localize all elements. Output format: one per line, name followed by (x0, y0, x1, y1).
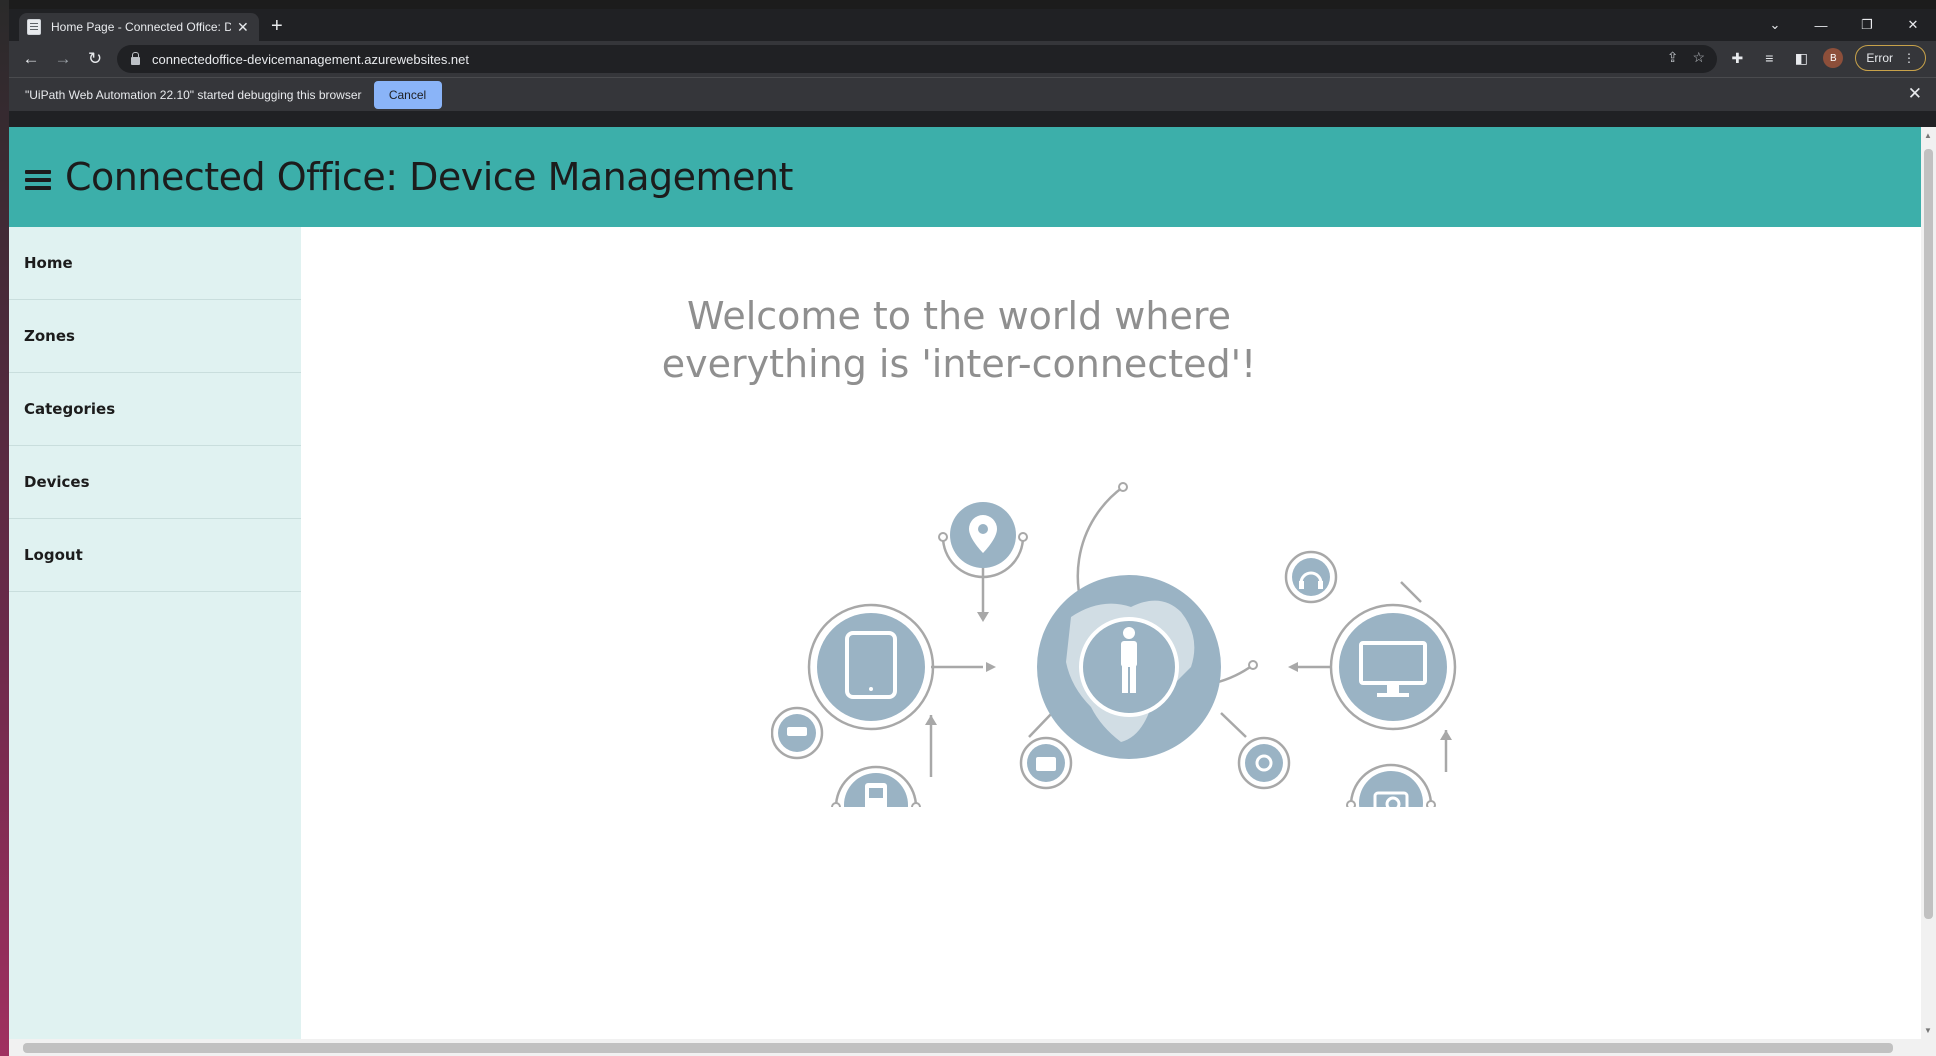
welcome-heading: Welcome to the world where everything is… (301, 292, 1617, 388)
sidebar-item-categories[interactable]: Categories (9, 373, 301, 446)
tab-close-icon[interactable]: ✕ (237, 19, 249, 36)
tablet-icon (817, 613, 925, 721)
new-tab-button[interactable]: + (271, 15, 283, 38)
cancel-debugging-button[interactable]: Cancel (373, 80, 442, 109)
url-text[interactable]: connectedoffice-devicemanagement.azurewe… (152, 52, 469, 67)
app-header: Connected Office: Device Management (9, 127, 1921, 227)
profile-avatar[interactable]: B (1823, 48, 1844, 68)
address-bar[interactable]: connectedoffice-devicemanagement.azurewe… (117, 45, 1717, 73)
tab-strip: Home Page - Connected Office: D ✕ + ⌄ — … (9, 9, 1936, 41)
browser-toolbar: ← → ↻ connectedoffice-devicemanagement.a… (9, 41, 1936, 77)
page-favicon-icon (27, 19, 41, 35)
window-controls: ⌄ — ❐ ✕ (1752, 9, 1936, 41)
back-icon[interactable]: ← (17, 45, 45, 73)
welcome-line-2: everything is 'inter-connected'! (661, 342, 1257, 386)
forward-icon[interactable]: → (49, 45, 77, 73)
scroll-down-icon[interactable]: ▼ (1924, 1026, 1932, 1035)
error-label: Error (1866, 51, 1893, 65)
bookmark-star-icon[interactable]: ☆ (1692, 49, 1705, 66)
sidebar-item-devices[interactable]: Devices (9, 446, 301, 519)
sidebar-item-home[interactable]: Home (9, 227, 301, 300)
debugging-infobar: "UiPath Web Automation 22.10" started de… (9, 77, 1936, 111)
connected-devices-illustration (771, 482, 1457, 807)
extensions-icon[interactable]: ✚ (1727, 50, 1747, 67)
omnibox-actions: ⇪ ☆ (1667, 49, 1705, 66)
browser-window: Home Page - Connected Office: D ✕ + ⌄ — … (9, 9, 1936, 1056)
menu-toggle-icon[interactable] (25, 170, 51, 190)
close-infobar-icon[interactable]: ✕ (1908, 84, 1922, 104)
scroll-up-icon[interactable]: ▲ (1924, 131, 1932, 140)
headphones-icon (1292, 558, 1330, 596)
sidebar-item-logout[interactable]: Logout (9, 519, 301, 592)
media-control-icon[interactable]: ≡ (1759, 50, 1779, 66)
minimize-icon[interactable]: — (1798, 9, 1844, 41)
share-icon[interactable]: ⇪ (1667, 49, 1679, 66)
camera-icon (1359, 771, 1423, 807)
vertical-scroll-thumb[interactable] (1924, 149, 1933, 919)
page-viewport: Connected Office: Device Management Home… (9, 127, 1921, 1039)
horizontal-scrollbar[interactable] (9, 1039, 1936, 1056)
monitor-icon (1339, 613, 1447, 721)
browser-tab[interactable]: Home Page - Connected Office: D ✕ (19, 13, 259, 41)
desktop-background (0, 0, 9, 1056)
toolbar-actions: ✚ ≡ ◧ B Error ⋮ (1727, 45, 1926, 71)
restore-icon[interactable]: ❐ (1844, 9, 1890, 41)
close-window-icon[interactable]: ✕ (1890, 9, 1936, 41)
sidebar-item-zones[interactable]: Zones (9, 300, 301, 373)
vertical-scrollbar[interactable]: ▲ ▼ (1921, 127, 1936, 1039)
lock-icon[interactable] (131, 51, 140, 65)
more-menu-icon: ⋮ (1903, 51, 1915, 65)
sidebar: Home Zones Categories Devices Logout (9, 227, 301, 1039)
tab-search-icon[interactable]: ⌄ (1752, 9, 1798, 41)
page-title: Connected Office: Device Management (65, 155, 793, 199)
main-content: Welcome to the world where everything is… (301, 227, 1921, 1039)
side-panel-icon[interactable]: ◧ (1791, 50, 1811, 67)
reload-icon[interactable]: ↻ (81, 45, 109, 73)
watch-icon (1245, 744, 1283, 782)
error-button[interactable]: Error ⋮ (1855, 45, 1926, 71)
welcome-line-1: Welcome to the world where (687, 294, 1231, 338)
debugging-message: "UiPath Web Automation 22.10" started de… (25, 87, 362, 102)
horizontal-scroll-thumb[interactable] (23, 1043, 1893, 1053)
tab-title: Home Page - Connected Office: D (51, 20, 231, 34)
